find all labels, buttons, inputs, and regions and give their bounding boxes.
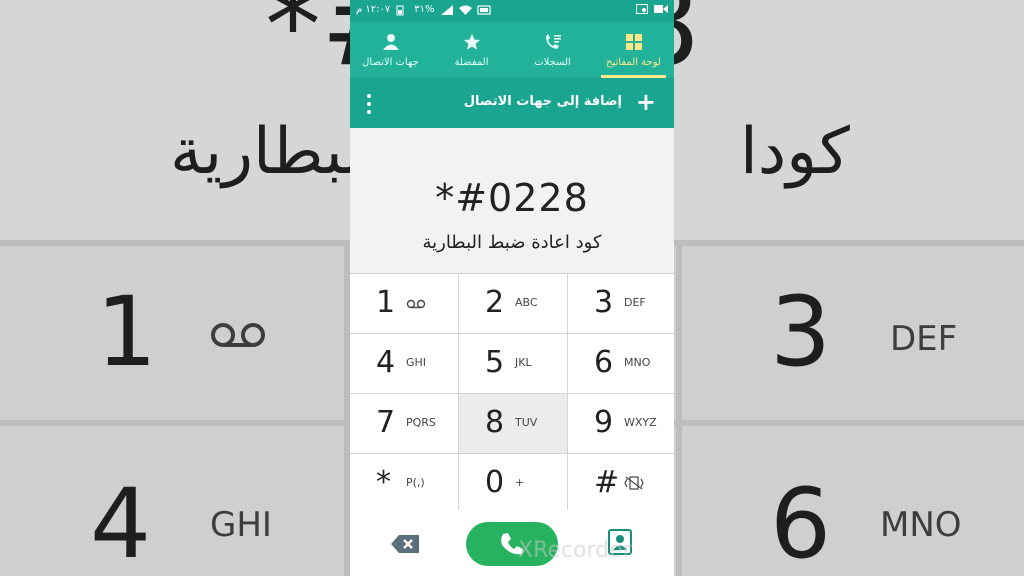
key-letters: P(,) — [406, 476, 425, 489]
plus-icon[interactable]: + — [636, 90, 656, 114]
call-log-icon — [545, 33, 561, 49]
background-key-letters: DEF — [890, 319, 958, 359]
key-number: 8 — [485, 405, 505, 440]
key-6[interactable]: 6 MNO — [568, 334, 674, 393]
background-key-letters: GHI — [210, 505, 272, 545]
person-icon — [382, 33, 399, 50]
dial-keypad: 1 2 ABC 3 DEF 4 GHI 5 JKL 6 MNO 7 PQRS 8 — [350, 274, 674, 513]
screenshot-icon — [636, 4, 648, 14]
key-4[interactable]: 4 GHI — [350, 334, 458, 393]
key-1[interactable]: 1 — [350, 274, 458, 333]
key-number: * — [376, 465, 391, 500]
backspace-icon[interactable] — [390, 534, 420, 554]
key-number: 7 — [376, 405, 396, 440]
key-number: 0 — [485, 465, 505, 500]
background-label-right: كودا — [740, 115, 850, 189]
background-key-number: 1 — [96, 276, 158, 388]
key-number: 2 — [485, 285, 505, 320]
status-bar: ١٢:٠٧ م ٣١% — [350, 0, 674, 22]
key-number: 9 — [594, 405, 614, 440]
background-key-number: 3 — [770, 276, 832, 388]
key-number: 1 — [376, 285, 396, 320]
dialer-tabs: جهات الاتصال المفضلة السجلات لوحة المفات… — [350, 22, 674, 78]
tab-label: المفضلة — [454, 56, 489, 68]
key-5[interactable]: 5 JKL — [459, 334, 567, 393]
key-letters: MNO — [624, 356, 651, 369]
add-to-contacts-label: إضافة إلى جهات الاتصال — [463, 94, 622, 109]
key-9[interactable]: 9 WXYZ — [568, 394, 674, 453]
key-letters: GHI — [406, 356, 427, 369]
dialpad-icon — [625, 33, 642, 50]
cast-icon — [476, 4, 491, 15]
tab-label: جهات الاتصال — [362, 56, 419, 68]
key-number: 5 — [485, 345, 505, 380]
key-letters: TUV — [515, 416, 538, 429]
wifi-icon — [458, 5, 472, 15]
tab-label: السجلات — [534, 56, 571, 68]
tab-favorites[interactable]: المفضلة — [431, 22, 512, 78]
key-number: 6 — [594, 345, 614, 380]
tab-label: لوحة المفاتيح — [606, 56, 661, 68]
key-letters: WXYZ — [624, 416, 657, 429]
battery-icon — [396, 5, 408, 15]
tab-contacts[interactable]: جهات الاتصال — [350, 22, 431, 78]
key-number: 3 — [594, 285, 614, 320]
voicemail-icon — [211, 323, 265, 347]
key-letters: + — [515, 476, 525, 489]
status-right — [636, 4, 668, 14]
key-star[interactable]: * P(,) — [350, 454, 458, 513]
more-vert-icon[interactable] — [366, 94, 372, 114]
key-3[interactable]: 3 DEF — [568, 274, 674, 333]
key-number: # — [594, 465, 620, 500]
key-0[interactable]: 0 + — [459, 454, 567, 513]
dialed-number[interactable]: *#0228 — [350, 176, 674, 220]
mute-vibrate-icon — [624, 476, 644, 490]
number-display: *#0228 كود اعادة ضبط البطارية — [350, 128, 674, 274]
background-key-number: 4 — [90, 468, 152, 576]
recorder-watermark: XRecorder — [518, 538, 632, 563]
status-left: ١٢:٠٧ م ٣١% — [356, 4, 491, 15]
key-8[interactable]: 8 TUV — [459, 394, 567, 453]
video-icon — [654, 4, 668, 14]
background-key-letters: MNO — [880, 505, 962, 545]
battery-percent: ٣١% — [414, 4, 435, 15]
voicemail-icon — [406, 299, 426, 309]
tab-logs[interactable]: السجلات — [512, 22, 593, 78]
key-7[interactable]: 7 PQRS — [350, 394, 458, 453]
signal-icon — [440, 4, 453, 15]
status-time: ١٢:٠٧ م — [356, 4, 391, 15]
key-letters: DEF — [624, 296, 646, 309]
key-letters: PQRS — [406, 416, 436, 429]
add-to-contacts-bar[interactable]: إضافة إلى جهات الاتصال + — [350, 78, 674, 128]
key-2[interactable]: 2 ABC — [459, 274, 567, 333]
key-letters: ABC — [515, 296, 538, 309]
star-icon — [463, 33, 480, 50]
background-key-number: 6 — [770, 468, 832, 576]
key-hash[interactable]: # — [568, 454, 674, 513]
tab-keypad[interactable]: لوحة المفاتيح — [593, 22, 674, 78]
key-number: 4 — [376, 345, 396, 380]
bottom-actions: XRecorder — [350, 510, 674, 576]
phone-screen: ١٢:٠٧ م ٣١% جهات الاتصال المفضلة السجلات… — [350, 0, 674, 576]
background-divider — [676, 240, 682, 576]
code-description: كود اعادة ضبط البطارية — [422, 232, 602, 253]
key-letters: JKL — [515, 356, 532, 369]
